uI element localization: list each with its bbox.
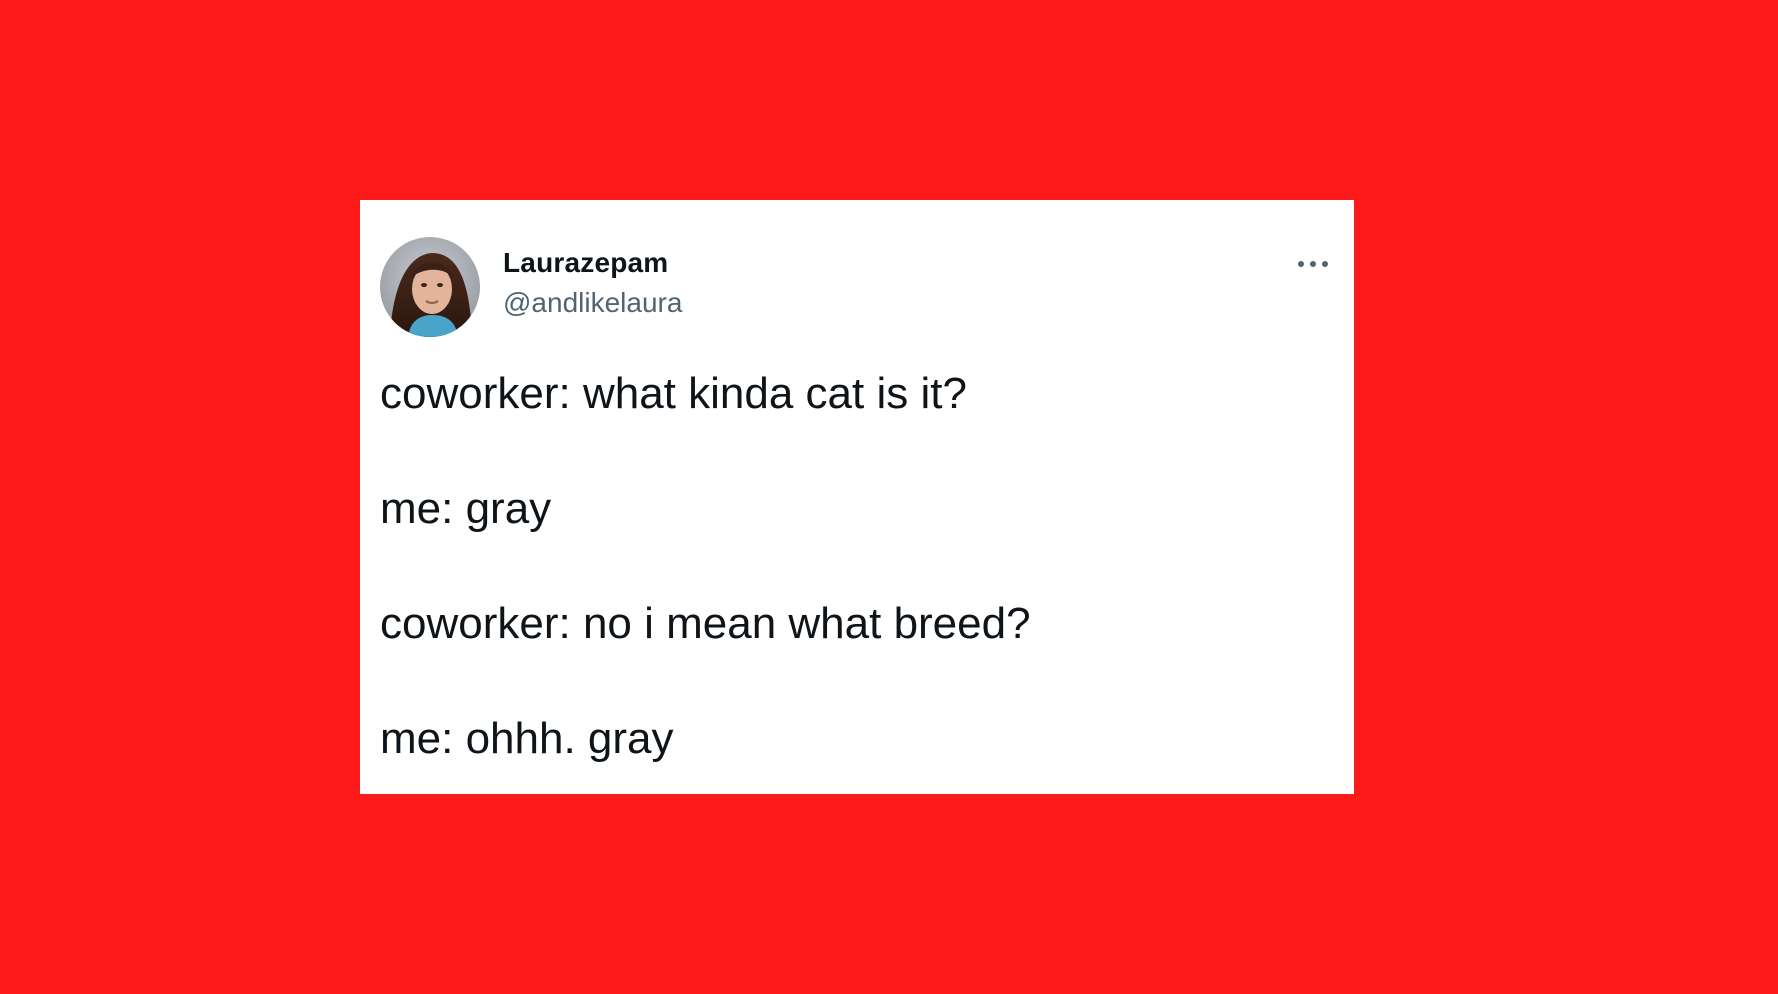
avatar[interactable] [380, 237, 480, 337]
more-options-button[interactable] [1296, 256, 1330, 272]
tweet-author: Laurazepam @andlikelaura [503, 246, 682, 320]
tweet-line: coworker: what kinda cat is it? [380, 369, 967, 418]
avatar-photo [380, 237, 480, 337]
author-handle[interactable]: @andlikelaura [503, 286, 682, 320]
tweet-text: coworker: what kinda cat is it? me: gray… [380, 368, 1330, 765]
author-display-name[interactable]: Laurazepam [503, 246, 682, 280]
more-options-icon [1298, 261, 1328, 267]
tweet-line: me: ohhh. gray [380, 714, 674, 763]
tweet-line: coworker: no i mean what breed? [380, 599, 1031, 648]
tweet-card: Laurazepam @andlikelaura coworker: what … [360, 200, 1354, 794]
red-background: Laurazepam @andlikelaura coworker: what … [0, 0, 1778, 994]
tweet-line: me: gray [380, 484, 552, 533]
